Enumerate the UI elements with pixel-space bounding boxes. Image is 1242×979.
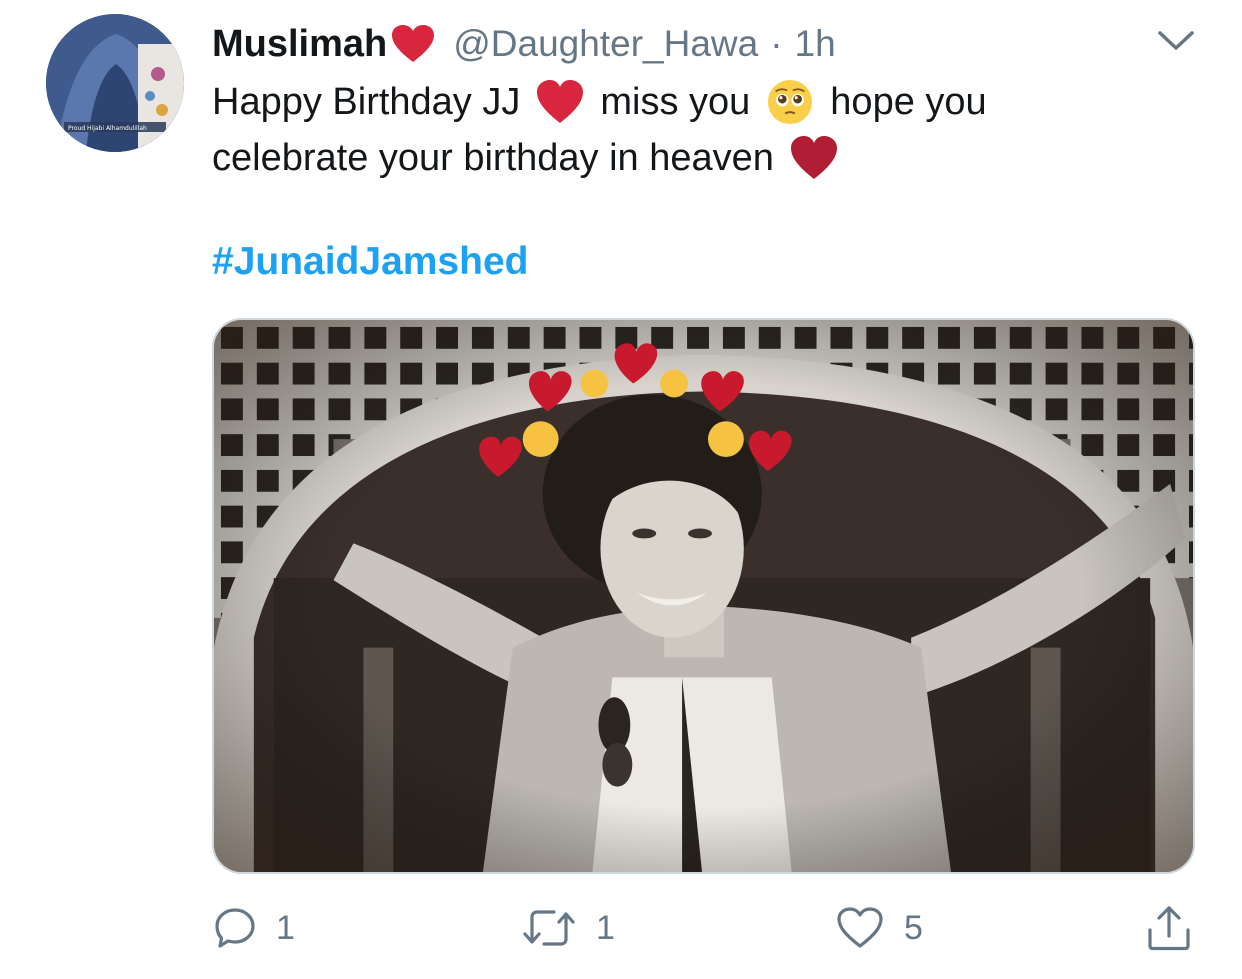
user-handle[interactable]: @Daughter_Hawa: [453, 23, 758, 65]
tweet[interactable]: Proud Hijabi Alhamdulillah Muslimah @Dau…: [0, 0, 1242, 979]
tweet-text-line-1: Happy Birthday JJ miss you hope you: [212, 74, 1192, 130]
reply-button[interactable]: 1: [214, 900, 295, 956]
avatar[interactable]: Proud Hijabi Alhamdulillah: [46, 14, 184, 152]
avatar-image: Proud Hijabi Alhamdulillah: [46, 14, 184, 152]
reply-count: 1: [276, 908, 295, 947]
tweet-text: Happy Birthday JJ miss you hope you cele…: [212, 74, 1192, 186]
tweet-text-part-3: hope you: [830, 81, 987, 123]
separator-dot: ·: [770, 23, 783, 64]
tweet-text-part-1: Happy Birthday JJ: [212, 81, 521, 123]
comment-icon: [215, 908, 255, 948]
retweet-count: 1: [596, 908, 615, 947]
chevron-down-icon[interactable]: [1156, 28, 1196, 54]
avatar-caption: Proud Hijabi Alhamdulillah: [68, 125, 147, 132]
retweet-icon: [523, 910, 575, 946]
hashtag-link[interactable]: #JunaidJamshed: [212, 240, 528, 284]
retweet-button[interactable]: 1: [522, 900, 615, 956]
share-button[interactable]: [1146, 900, 1192, 956]
tweet-media[interactable]: [212, 318, 1195, 874]
tweet-text-part-4: celebrate your birthday in heaven: [212, 137, 774, 179]
heart-icon: [837, 907, 883, 948]
red-heart-emoji-icon: [537, 80, 584, 123]
tweet-photo: [214, 320, 1193, 872]
like-count: 5: [904, 908, 923, 947]
red-heart-emoji-icon: [790, 136, 837, 179]
timestamp[interactable]: 1h: [795, 23, 836, 65]
tweet-header: Muslimah @Daughter_Hawa · 1h: [212, 20, 836, 68]
red-heart-emoji-icon: [392, 25, 435, 62]
tweet-actions: 1 1 5: [0, 900, 1242, 960]
tweet-text-line-2: celebrate your birthday in heaven: [212, 130, 1192, 186]
share-icon: [1148, 906, 1190, 951]
display-name[interactable]: Muslimah: [212, 23, 387, 66]
pleading-face-emoji-icon: [768, 79, 813, 125]
tweet-text-part-2: miss you: [600, 81, 751, 123]
like-button[interactable]: 5: [836, 900, 923, 956]
